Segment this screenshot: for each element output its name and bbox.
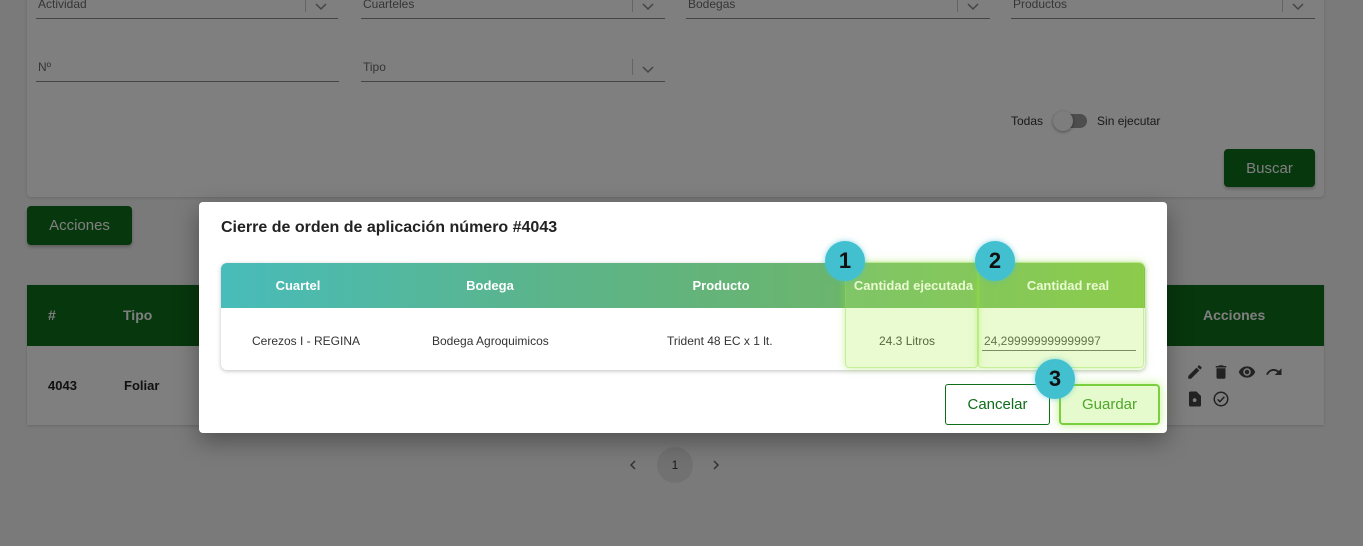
cell-bodega: Bodega Agroquimicos xyxy=(432,334,549,348)
cancel-button[interactable]: Cancelar xyxy=(945,384,1050,425)
col-producto: Producto xyxy=(692,278,750,293)
step-badge-2: 2 xyxy=(975,241,1015,281)
save-button[interactable]: Guardar xyxy=(1059,384,1160,425)
close-order-modal: Cierre de orden de aplicación número #40… xyxy=(199,202,1167,433)
cell-producto: Trident 48 EC x 1 lt. xyxy=(667,334,773,348)
step-badge-3: 3 xyxy=(1035,359,1075,399)
cell-cuartel: Cerezos I - REGINA xyxy=(252,334,361,348)
col-cuartel: Cuartel xyxy=(275,278,321,293)
step-badge-1: 1 xyxy=(825,241,865,281)
col-bodega: Bodega xyxy=(466,278,514,293)
cantidad-ejecutada-highlight xyxy=(845,262,978,368)
modal-title: Cierre de orden de aplicación número #40… xyxy=(221,219,558,236)
